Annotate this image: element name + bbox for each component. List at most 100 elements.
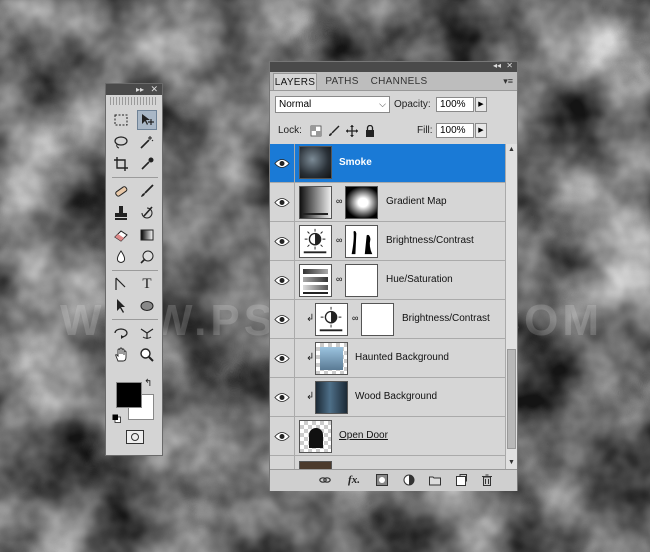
opacity-slider-button[interactable]: ▶ bbox=[475, 97, 487, 112]
ellipse-icon[interactable] bbox=[137, 296, 157, 316]
hand-icon[interactable] bbox=[111, 345, 131, 365]
brightness-contrast-adjustment-icon[interactable] bbox=[299, 225, 332, 258]
rectangular-marquee-icon[interactable] bbox=[111, 110, 131, 130]
layers-list: Smoke ∞ Gradient Map ∞ Brightness/Contra… bbox=[270, 144, 505, 469]
path-selection-icon[interactable] bbox=[111, 296, 131, 316]
scroll-down-icon[interactable]: ▼ bbox=[506, 457, 517, 469]
layer-thumbnail-wood[interactable] bbox=[315, 381, 348, 414]
layer-mask-thumbnail[interactable] bbox=[345, 264, 378, 297]
3d-rotate-icon[interactable] bbox=[111, 323, 131, 343]
clone-stamp-icon[interactable] bbox=[111, 203, 131, 223]
layer-row[interactable]: ∞ Hue/Saturation bbox=[270, 261, 505, 300]
magic-wand-icon[interactable] bbox=[137, 132, 157, 152]
visibility-eye-icon[interactable] bbox=[273, 272, 291, 288]
fill-input[interactable]: 100% bbox=[436, 123, 474, 138]
tools-panel-titlebar[interactable]: ▸▸ ✕ bbox=[106, 84, 162, 95]
layer-name[interactable]: Smoke bbox=[339, 157, 372, 168]
layer-row[interactable]: ↲ ∞ Brightness/Contrast bbox=[270, 300, 505, 339]
lock-position-icon[interactable] bbox=[346, 125, 358, 137]
scrollbar-thumb[interactable] bbox=[507, 349, 516, 449]
visibility-eye-icon[interactable] bbox=[273, 194, 291, 210]
tab-paths[interactable]: PATHS bbox=[320, 73, 364, 90]
zoom-icon[interactable] bbox=[137, 345, 157, 365]
visibility-eye-icon[interactable] bbox=[273, 350, 291, 366]
blur-icon[interactable] bbox=[111, 247, 131, 267]
history-brush-icon[interactable] bbox=[137, 203, 157, 223]
lock-pixels-icon[interactable] bbox=[328, 125, 340, 137]
pen-icon[interactable] bbox=[111, 274, 131, 294]
swap-colors-icon[interactable]: ↰ bbox=[144, 378, 152, 389]
brush-icon[interactable] bbox=[137, 181, 157, 201]
lasso-icon[interactable] bbox=[111, 132, 131, 152]
layer-name[interactable]: Wood Background bbox=[355, 391, 437, 402]
healing-brush-icon[interactable] bbox=[111, 181, 131, 201]
row-divider bbox=[294, 378, 295, 417]
move-icon[interactable] bbox=[137, 110, 157, 130]
panel-menu-icon[interactable]: ▾≡ bbox=[503, 76, 513, 87]
layers-panel-titlebar[interactable]: ◂◂ ✕ bbox=[270, 61, 517, 72]
layer-mask-thumbnail[interactable] bbox=[361, 303, 394, 336]
adjustment-layer-icon[interactable] bbox=[402, 473, 416, 487]
close-icon[interactable]: ✕ bbox=[506, 61, 513, 70]
visibility-eye-icon[interactable] bbox=[273, 311, 291, 327]
new-group-icon[interactable] bbox=[428, 473, 442, 487]
visibility-eye-icon[interactable] bbox=[273, 155, 291, 171]
layer-row[interactable]: Smoke bbox=[270, 144, 505, 183]
link-layers-icon[interactable] bbox=[318, 473, 332, 487]
type-icon[interactable]: T bbox=[137, 274, 157, 294]
brightness-contrast-adjustment-icon[interactable] bbox=[315, 303, 348, 336]
tools-panel: ▸▸ ✕ T ↰ bbox=[105, 83, 163, 456]
collapse-icon[interactable]: ◂◂ bbox=[493, 61, 501, 70]
layer-row[interactable]: ∞ Brightness/Contrast bbox=[270, 222, 505, 261]
layer-thumbnail-smoke[interactable] bbox=[299, 146, 332, 179]
add-mask-icon[interactable] bbox=[375, 473, 389, 487]
layer-name[interactable]: Brightness/Contrast bbox=[402, 313, 490, 324]
layer-name[interactable]: Gradient Map bbox=[386, 196, 447, 207]
eyedropper-icon[interactable] bbox=[137, 154, 157, 174]
layer-row[interactable]: ∞ Gradient Map bbox=[270, 183, 505, 222]
default-colors-icon[interactable] bbox=[112, 410, 121, 423]
tab-layers[interactable]: LAYERS bbox=[273, 73, 317, 90]
clipping-arrow-icon: ↲ bbox=[306, 313, 315, 324]
layers-scrollbar[interactable]: ▲ ▼ bbox=[505, 144, 517, 469]
layer-row-partial[interactable] bbox=[270, 456, 505, 469]
blend-mode-select[interactable]: Normal ⌵ bbox=[275, 96, 390, 113]
gradient-map-adjustment-icon[interactable] bbox=[299, 186, 332, 219]
new-layer-icon[interactable] bbox=[454, 473, 468, 487]
layer-name[interactable]: Hue/Saturation bbox=[386, 274, 453, 285]
layer-mask-thumbnail[interactable] bbox=[345, 225, 378, 258]
layer-name[interactable]: Haunted Background bbox=[355, 352, 449, 363]
lock-transparent-icon[interactable] bbox=[310, 125, 322, 137]
layer-name[interactable]: Brightness/Contrast bbox=[386, 235, 474, 246]
layer-row[interactable]: ↲ Wood Background bbox=[270, 378, 505, 417]
layer-row[interactable]: Open Door bbox=[270, 417, 505, 456]
foreground-color-swatch[interactable] bbox=[116, 382, 142, 408]
layer-name[interactable]: Open Door bbox=[339, 430, 388, 441]
gradient-icon[interactable] bbox=[137, 225, 157, 245]
layer-thumbnail-door[interactable] bbox=[299, 420, 332, 453]
scroll-up-icon[interactable]: ▲ bbox=[506, 144, 517, 156]
eraser-icon[interactable] bbox=[111, 225, 131, 245]
3d-orbit-icon[interactable] bbox=[137, 323, 157, 343]
layer-thumbnail-partial[interactable] bbox=[299, 461, 332, 469]
row-divider bbox=[294, 456, 295, 469]
dodge-icon[interactable] bbox=[137, 247, 157, 267]
visibility-eye-icon[interactable] bbox=[273, 389, 291, 405]
quick-mask-icon[interactable] bbox=[126, 430, 144, 444]
lock-all-icon[interactable] bbox=[364, 125, 376, 137]
opacity-input[interactable]: 100% bbox=[436, 97, 474, 112]
layer-row[interactable]: ↲ Haunted Background bbox=[270, 339, 505, 378]
tab-channels[interactable]: CHANNELS bbox=[367, 73, 431, 90]
visibility-eye-icon[interactable] bbox=[273, 428, 291, 444]
visibility-eye-icon[interactable] bbox=[273, 233, 291, 249]
collapse-icon[interactable]: ▸▸ bbox=[136, 84, 144, 95]
delete-layer-icon[interactable] bbox=[480, 473, 494, 487]
fill-slider-button[interactable]: ▶ bbox=[475, 123, 487, 138]
layer-mask-thumbnail[interactable] bbox=[345, 186, 378, 219]
fx-icon[interactable]: fx. bbox=[347, 473, 361, 487]
layer-thumbnail-haunted[interactable] bbox=[315, 342, 348, 375]
tools-grip[interactable] bbox=[110, 97, 158, 105]
hue-saturation-adjustment-icon[interactable] bbox=[299, 264, 332, 297]
crop-icon[interactable] bbox=[111, 154, 131, 174]
close-icon[interactable]: ✕ bbox=[150, 84, 158, 95]
